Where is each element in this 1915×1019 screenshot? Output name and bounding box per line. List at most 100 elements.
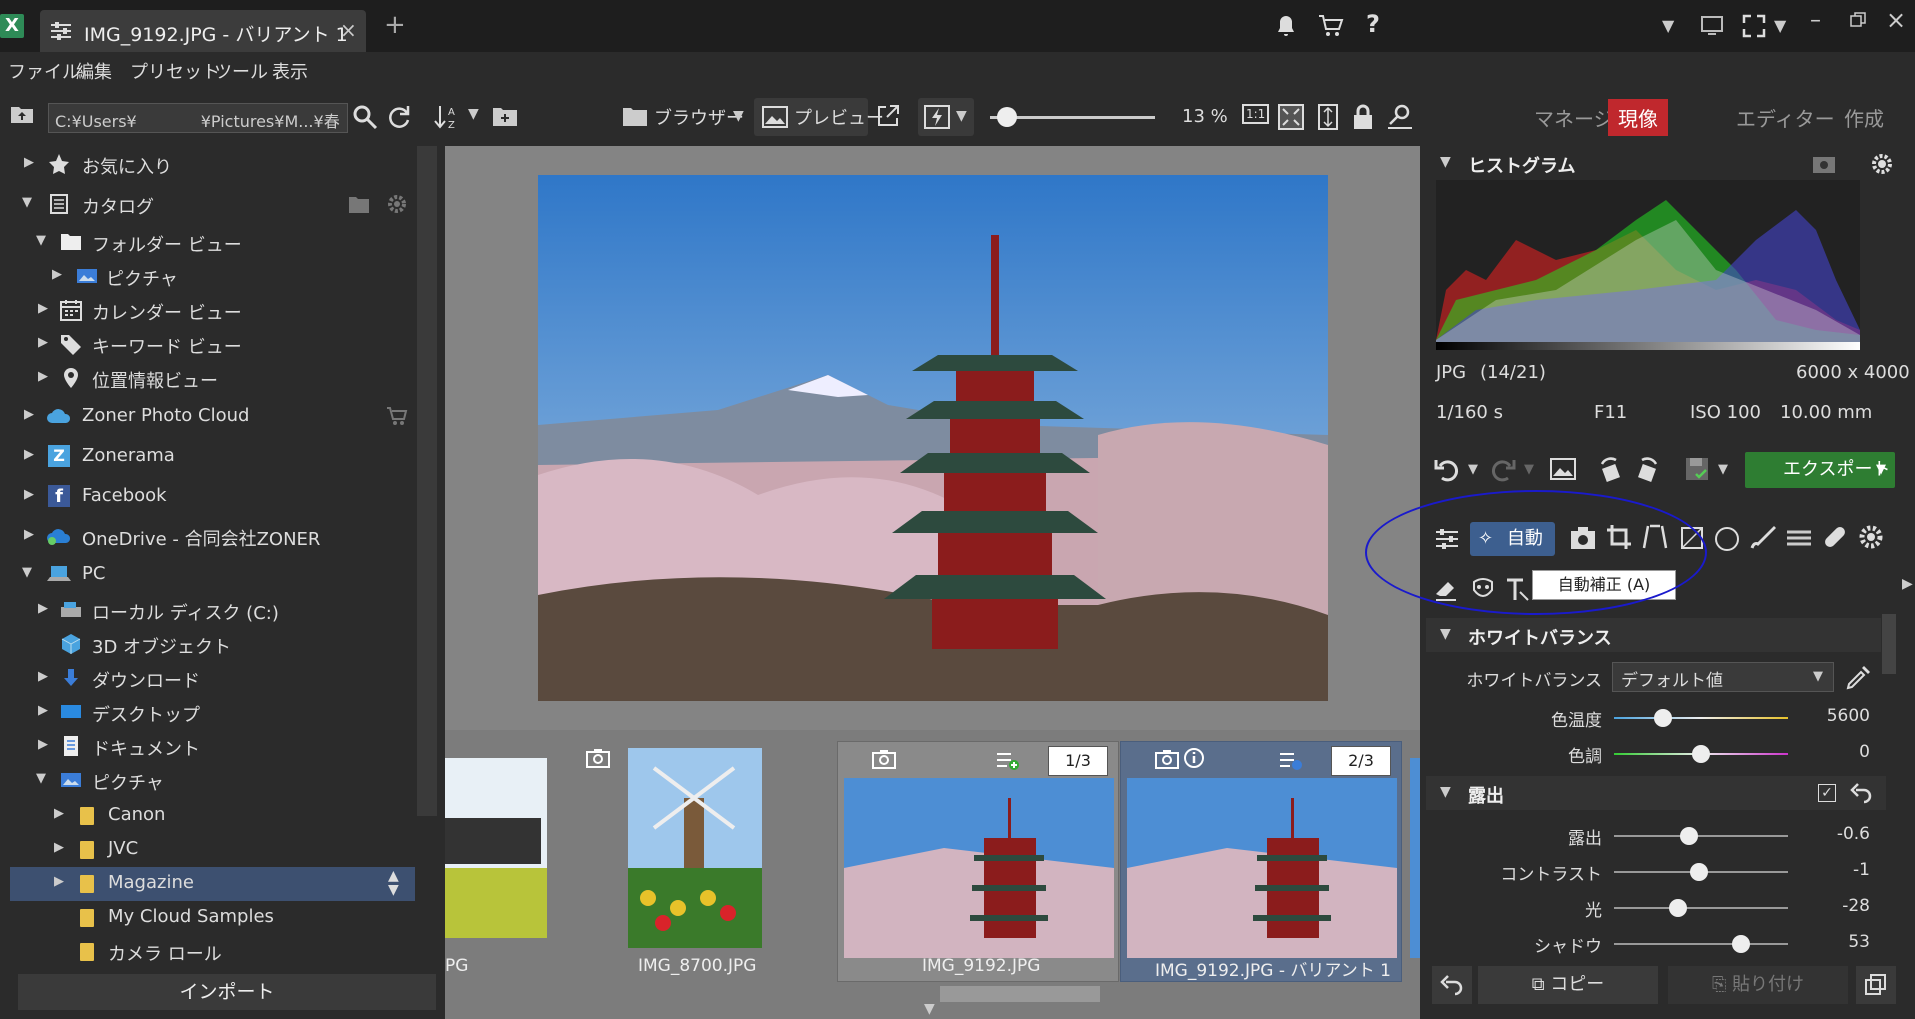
collapse-arrow-icon[interactable]: ▼: [1440, 784, 1451, 800]
tree-item-zonerama[interactable]: ▶ Z Zonerama: [0, 440, 415, 474]
expand-arrow-icon[interactable]: ▶: [52, 267, 62, 282]
bell-icon[interactable]: [1274, 14, 1298, 38]
rotate-right-icon[interactable]: [1634, 456, 1660, 482]
collapse-filmstrip-icon[interactable]: ▼: [924, 1001, 935, 1017]
collapse-arrow-icon[interactable]: ▼: [22, 195, 32, 210]
reset-all-button[interactable]: [1432, 966, 1472, 1004]
navigator-scrollbar[interactable]: [417, 146, 437, 816]
tree-item-desktop[interactable]: ▶ デスクトップ: [0, 696, 415, 730]
slider-knob[interactable]: [1653, 709, 1672, 727]
compare-search-icon[interactable]: [1386, 102, 1414, 130]
tree-item-local-disk[interactable]: ▶ ローカル ディスク (C:): [0, 594, 415, 628]
reset-icon[interactable]: [1850, 782, 1872, 804]
slider-track[interactable]: [1614, 907, 1788, 909]
tree-item-onedrive[interactable]: ▶ OneDrive - 合同会社ZONER: [0, 520, 415, 554]
tree-item-magazine[interactable]: ▶ Magazine ▲ ▼: [10, 867, 415, 901]
quick-fix-button[interactable]: ▼: [918, 98, 974, 136]
white-balance-select[interactable]: デフォルト値 ▼: [1612, 662, 1834, 692]
gradient-filter-icon[interactable]: [1786, 526, 1812, 550]
fit-screen-icon[interactable]: [1278, 104, 1304, 130]
collapse-arrow-icon[interactable]: ▼: [1440, 154, 1451, 170]
mode-develop-tab[interactable]: 現像: [1608, 99, 1668, 136]
tree-item-facebook[interactable]: ▶ f Facebook: [0, 480, 415, 514]
fullscreen-dropdown-icon[interactable]: ▼: [1774, 16, 1786, 35]
panel-scrollbar[interactable]: [1882, 614, 1896, 674]
filmstrip-scrollbar[interactable]: [940, 986, 1100, 1002]
expand-arrow-icon[interactable]: ▶: [24, 407, 34, 422]
minimize-icon[interactable]: –: [1810, 8, 1821, 33]
export-dropdown-icon[interactable]: ▼: [1876, 462, 1886, 477]
slider-track[interactable]: [1614, 835, 1788, 837]
save-icon[interactable]: [1684, 456, 1710, 482]
slider-knob[interactable]: [1679, 827, 1698, 845]
new-tab-button[interactable]: +: [384, 10, 406, 40]
expand-arrow-icon[interactable]: ▶: [38, 703, 48, 718]
menu-tools[interactable]: ツール: [214, 58, 268, 84]
expand-arrow-icon[interactable]: ▶: [24, 487, 34, 502]
slider-value[interactable]: 53: [1820, 932, 1870, 952]
expand-arrow-icon[interactable]: ▶: [38, 301, 48, 316]
browser-button[interactable]: ブラウザー: [654, 104, 744, 130]
monitor-icon[interactable]: [1700, 14, 1724, 38]
settings-icon[interactable]: [1870, 152, 1894, 176]
close-window-icon[interactable]: ×: [1886, 6, 1906, 34]
slider-value[interactable]: -28: [1820, 896, 1870, 916]
undo-dropdown-icon[interactable]: ▼: [1468, 462, 1478, 477]
sort-icon[interactable]: AZ: [434, 104, 462, 130]
slider-value[interactable]: 0: [1820, 742, 1870, 762]
menu-preset[interactable]: プリセット: [130, 58, 220, 84]
exposure-enable-checkbox[interactable]: ✓: [1818, 784, 1836, 802]
mode-editor-tab[interactable]: エディター: [1726, 99, 1845, 136]
thumbnail-img9192-variant1[interactable]: 2/3: [1120, 741, 1402, 982]
close-tab-icon[interactable]: ×: [340, 18, 357, 42]
fit-height-icon[interactable]: [1316, 104, 1340, 130]
collapse-arrow-icon[interactable]: ▼: [1440, 626, 1451, 642]
expand-arrow-icon[interactable]: ▶: [38, 335, 48, 350]
camera-small-icon[interactable]: [1812, 154, 1836, 174]
duplicate-button[interactable]: [1856, 966, 1896, 1004]
restore-icon[interactable]: [1850, 12, 1866, 28]
expand-arrow-icon[interactable]: ▶: [38, 601, 48, 616]
panel-collapse-icon[interactable]: ▶: [1902, 576, 1913, 592]
tree-item-jvc[interactable]: ▶ JVC: [0, 833, 415, 867]
tree-item-catalog[interactable]: ▼ カタログ: [0, 188, 415, 222]
redo-icon[interactable]: [1490, 456, 1516, 482]
tree-item-pc[interactable]: ▼ PC: [0, 558, 415, 592]
import-button[interactable]: インポート: [18, 974, 436, 1010]
expand-arrow-icon[interactable]: ▶: [38, 369, 48, 384]
help-icon[interactable]: ?: [1366, 10, 1380, 38]
zoom-1to1-button[interactable]: 1:1: [1242, 104, 1270, 124]
tree-item-cloud-samples[interactable]: My Cloud Samples: [0, 901, 415, 935]
external-link-icon[interactable]: [876, 104, 900, 128]
tree-item-camera-roll[interactable]: カメラ ロール: [0, 935, 415, 969]
cart-icon[interactable]: [386, 405, 408, 427]
menu-file[interactable]: ファイル: [8, 58, 80, 84]
slider-value[interactable]: -0.6: [1820, 824, 1870, 844]
ellipse-mask-icon[interactable]: [1714, 526, 1740, 552]
undo-icon[interactable]: [1434, 456, 1460, 482]
thumbnail-train[interactable]: [445, 758, 547, 938]
tree-item-folder-view[interactable]: ▼ フォルダー ビュー: [0, 226, 415, 260]
tree-item-keyword-view[interactable]: ▶ キーワード ビュー: [0, 328, 415, 362]
rotate-left-icon[interactable]: [1598, 456, 1624, 482]
tree-item-favorites[interactable]: ▶ お気に入り: [0, 148, 415, 182]
thumbnail-partial[interactable]: [1410, 758, 1420, 958]
settings-gear-icon[interactable]: [1858, 524, 1884, 550]
thumbnail-img9192[interactable]: 1/3: [837, 741, 1119, 982]
redo-dropdown-icon[interactable]: ▼: [1524, 462, 1534, 477]
main-photo[interactable]: [538, 175, 1328, 701]
add-folder-icon[interactable]: [348, 193, 370, 215]
mode-create-tab[interactable]: 作成: [1834, 99, 1894, 136]
copy-settings-button[interactable]: ⧉ コピー: [1478, 966, 1658, 1004]
exposure-header[interactable]: ▼ 露出 ✓: [1426, 776, 1886, 810]
tree-item-3d-objects[interactable]: 3D オブジェクト: [0, 628, 415, 662]
fullscreen-icon[interactable]: [1742, 14, 1766, 38]
tree-item-location-view[interactable]: ▶ 位置情報ビュー: [0, 362, 415, 396]
slider-knob[interactable]: [1692, 745, 1710, 763]
white-balance-header[interactable]: ▼ ホワイトバランス: [1426, 618, 1881, 652]
new-folder-icon[interactable]: [492, 104, 518, 128]
tree-item-pictures-pc[interactable]: ▼ ピクチャ: [0, 764, 415, 798]
save-dropdown-icon[interactable]: ▼: [1718, 462, 1728, 477]
expand-arrow-icon[interactable]: ▶: [54, 874, 64, 889]
tree-item-calendar-view[interactable]: ▶ カレンダー ビュー: [0, 294, 415, 328]
